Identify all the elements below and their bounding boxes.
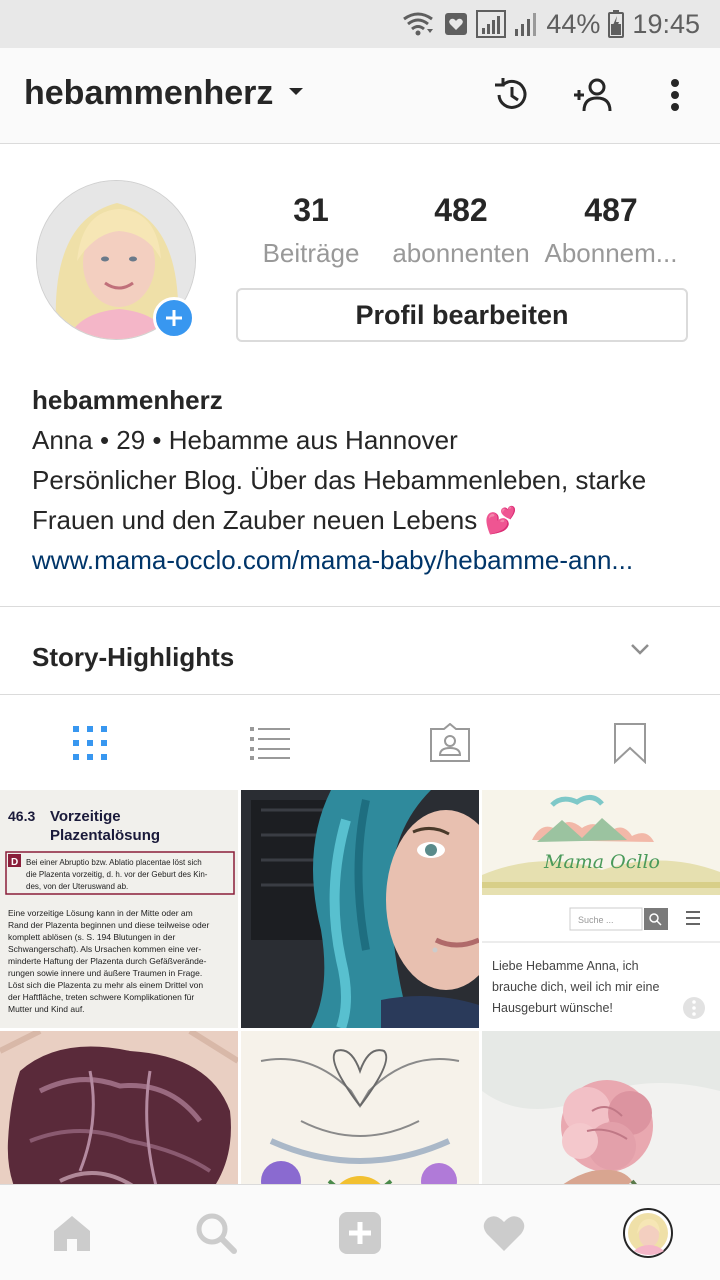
post1-heading-number: 46.3 [8, 808, 35, 824]
tab-list[interactable] [180, 696, 360, 790]
story-highlights-title: Story-Highlights [32, 642, 235, 672]
nav-home[interactable] [0, 1185, 144, 1280]
chevron-down-icon [287, 85, 305, 103]
tab-tagged[interactable] [360, 696, 540, 790]
stat-label: Beiträge [262, 238, 360, 268]
stat-number: 31 [293, 192, 329, 228]
home-icon [54, 1215, 90, 1251]
following-count[interactable]: 487 Abonnem... [536, 190, 686, 276]
post1-body-text: Eine vorzeitige Lösung kann in der Mitte… [8, 908, 193, 918]
post1-heading: Plazentalösung [50, 827, 160, 844]
post1-body-text: minderte Haftung der Plazenta durch Gefä… [8, 956, 207, 966]
tab-saved[interactable] [540, 696, 720, 790]
discover-people-icon[interactable] [566, 68, 620, 122]
more-options-icon[interactable] [648, 68, 702, 122]
chevron-down-icon [630, 642, 650, 661]
post3-caption: Liebe Hebamme Anna, ich [492, 959, 639, 973]
nav-search[interactable] [144, 1185, 288, 1280]
post1-box-letter: D [11, 857, 18, 868]
post1-body-text: Schwangerschaft). Als Ursachen kommen ei… [8, 944, 201, 954]
bottom-navigation [0, 1184, 720, 1280]
bio-name: hebammenherz [32, 385, 223, 415]
status-indicators: 44% 19:45 [402, 0, 700, 48]
post1-box-text: des, von der Uteruswand ab. [26, 882, 128, 891]
post3-caption: brauche dich, weil ich mir eine [492, 980, 659, 994]
post-thumbnail[interactable] [241, 790, 479, 1028]
profile-header: hebammenherz [0, 48, 720, 144]
tab-grid[interactable] [0, 696, 180, 790]
nav-activity[interactable] [432, 1185, 576, 1280]
profile-bio: hebammenherz Anna • 29 • Hebamme aus Han… [32, 380, 692, 580]
wifi-icon [402, 11, 436, 37]
bio-line: Persönlicher Blog. Über das Hebammenlebe… [32, 465, 647, 495]
search-icon [196, 1213, 237, 1254]
post-thumbnail[interactable] [482, 1031, 720, 1184]
add-story-button[interactable] [153, 297, 195, 339]
post1-box-text: Bei einer Abruptio bzw. Ablatio placenta… [26, 858, 202, 867]
story-highlights-toggle[interactable]: Story-Highlights [0, 608, 720, 694]
edit-profile-button[interactable]: Profil bearbeiten [236, 288, 688, 342]
post-thumbnail[interactable] [0, 1031, 238, 1184]
battery-icon [608, 10, 625, 38]
post1-body-text: Rand der Plazenta beginnen und diese tei… [8, 920, 209, 930]
posts-grid: 46.3 Vorzeitige Plazentalösung D Bei ein… [0, 790, 720, 1184]
post1-heading: Vorzeitige [50, 808, 121, 825]
battery-percent: 44% [546, 8, 601, 39]
post1-body-text: Löst sich die Plazenta zu mehr als einem… [8, 980, 203, 990]
followers-count[interactable]: 482 abonnenten [386, 190, 536, 276]
profile-view-tabs [0, 696, 720, 790]
list-icon [250, 727, 290, 760]
activity-heart-icon [483, 1215, 525, 1251]
saved-icon [614, 723, 646, 764]
grid-icon [73, 726, 107, 760]
archive-history-icon[interactable] [484, 68, 538, 122]
account-switcher[interactable]: hebammenherz [24, 74, 305, 113]
header-username: hebammenherz [24, 74, 274, 112]
header-actions [484, 68, 702, 122]
status-bar: 44% 19:45 [0, 0, 720, 48]
post1-body-text: der Haftfläche, treten schwere Komplikat… [8, 992, 194, 1002]
new-post-icon [339, 1211, 381, 1254]
signal-r-icon [476, 10, 507, 38]
nav-profile[interactable] [576, 1185, 720, 1280]
clock: 19:45 [632, 8, 700, 39]
post3-caption: Hausgeburt wünsche! [492, 1001, 613, 1015]
post1-body-text: komplett ablösen (s. S. 194 Blutungen in… [8, 932, 175, 942]
post1-body-text: rungen sowie innere und äußere Traumen i… [8, 968, 202, 978]
stat-number: 482 [434, 192, 488, 228]
divider [0, 694, 720, 695]
plus-icon [166, 310, 182, 326]
stat-label: Abonnem... [544, 238, 678, 268]
signal-icon [514, 11, 538, 37]
profile-stats: 31 Beiträge 482 abonnenten 487 Abonnem..… [236, 190, 688, 280]
stat-label: abonnenten [392, 238, 530, 268]
posts-count[interactable]: 31 Beiträge [236, 190, 386, 276]
post-thumbnail[interactable]: 46.3 Vorzeitige Plazentalösung D Bei ein… [0, 790, 238, 1028]
post3-search-placeholder: Suche ... [578, 915, 614, 925]
notification-heart-icon [444, 12, 468, 36]
tagged-icon [430, 723, 470, 762]
nav-new-post[interactable] [288, 1185, 432, 1280]
bio-line: Frauen und den Zauber neuen Lebens 💕 [32, 505, 517, 535]
post1-box-text: die Plazenta vorzeitig, d. h. vor der Ge… [26, 870, 208, 879]
divider [0, 606, 720, 607]
post-thumbnail[interactable] [241, 1031, 479, 1184]
stat-number: 487 [584, 192, 638, 228]
profile-avatar [623, 1207, 673, 1258]
post1-body-text: Mutter und Kind auf. [8, 1004, 85, 1014]
bio-website-link[interactable]: www.mama-occlo.com/mama-baby/hebamme-ann… [32, 540, 692, 580]
post-thumbnail[interactable]: Mama Ocllo Suche ... Liebe Hebamme Anna,… [482, 790, 720, 1028]
bio-line: Anna • 29 • Hebamme aus Hannover [32, 425, 458, 455]
mama-ocllo-logo: Mama Ocllo [543, 851, 660, 873]
